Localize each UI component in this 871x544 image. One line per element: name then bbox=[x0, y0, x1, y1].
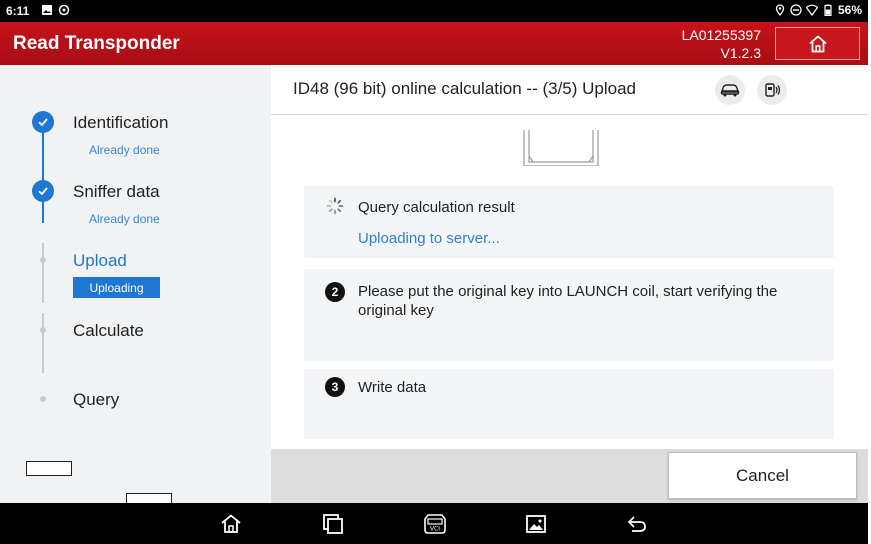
step-number-badge: 2 bbox=[325, 282, 345, 302]
key-button[interactable] bbox=[757, 75, 787, 105]
home-icon bbox=[221, 514, 241, 533]
key-coil-icon bbox=[523, 130, 599, 166]
home-button[interactable] bbox=[775, 27, 860, 60]
wifi-icon bbox=[805, 4, 818, 16]
step-query: Query bbox=[73, 390, 120, 409]
settings-icon bbox=[58, 4, 70, 16]
location-icon bbox=[775, 4, 785, 16]
step-sniffer-data: Sniffer data bbox=[73, 182, 160, 201]
step-number-badge: 3 bbox=[325, 377, 345, 397]
blank-box bbox=[26, 461, 72, 476]
card-title: Query calculation result bbox=[358, 199, 515, 216]
svg-text:VCI: VCI bbox=[430, 526, 440, 533]
loading-spinner-icon bbox=[326, 197, 344, 215]
step-status-badge: Uploading bbox=[73, 277, 160, 298]
step-connector bbox=[42, 313, 44, 373]
step-card: 2 Please put the original key into LAUNC… bbox=[304, 269, 834, 361]
page-title: Read Transponder bbox=[13, 33, 180, 54]
battery-level: 56% bbox=[837, 3, 862, 17]
step-check-icon bbox=[32, 180, 54, 202]
steps-content: Query calculation result Uploading to se… bbox=[271, 116, 868, 449]
step-dot bbox=[40, 396, 46, 402]
back-icon bbox=[627, 516, 646, 532]
card-title: Please put the original key into LAUNCH … bbox=[358, 283, 778, 319]
navigation-bar: VCI bbox=[0, 503, 868, 544]
device-info: LA01255397 V1.2.3 bbox=[682, 26, 761, 62]
nav-vci-button[interactable]: VCI bbox=[421, 512, 449, 536]
status-icons: 56% bbox=[774, 3, 862, 17]
gallery-icon bbox=[526, 515, 546, 533]
step-status: Already done bbox=[89, 143, 160, 157]
battery-icon bbox=[824, 4, 832, 16]
step-sidebar: Identification Already done Sniffer data… bbox=[0, 65, 271, 508]
step-check-icon bbox=[32, 111, 54, 133]
step-card: Query calculation result Uploading to se… bbox=[304, 186, 834, 258]
step-card: 3 Write data bbox=[304, 369, 834, 439]
vci-icon: VCI bbox=[424, 514, 446, 534]
cancel-button[interactable]: Cancel bbox=[668, 452, 857, 499]
nav-recent-apps-button[interactable] bbox=[321, 512, 345, 536]
procedure-title: ID48 (96 bit) online calculation -- (3/5… bbox=[293, 79, 637, 98]
step-dot bbox=[40, 327, 46, 333]
content-header: ID48 (96 bit) online calculation -- (3/5… bbox=[271, 65, 868, 115]
status-bar: 6:11 56% bbox=[0, 0, 868, 22]
nav-home-button[interactable] bbox=[219, 512, 243, 536]
step-dot bbox=[40, 257, 46, 263]
car-icon bbox=[720, 84, 740, 97]
key-icon bbox=[765, 83, 781, 97]
step-status: Already done bbox=[89, 212, 160, 226]
photo-icon bbox=[42, 5, 52, 15]
clock: 6:11 bbox=[6, 4, 30, 18]
app-header: Read Transponder LA01255397 V1.2.3 bbox=[0, 22, 868, 65]
action-bar: Cancel bbox=[271, 449, 868, 503]
version-label: V1.2.3 bbox=[720, 45, 761, 61]
nav-back-button[interactable] bbox=[625, 512, 649, 536]
nav-gallery-button[interactable] bbox=[524, 512, 548, 536]
step-connector bbox=[42, 243, 44, 303]
car-button[interactable] bbox=[715, 75, 745, 105]
serial-number: LA01255397 bbox=[681, 27, 761, 43]
card-title: Write data bbox=[358, 379, 427, 396]
step-identification: Identification bbox=[73, 113, 169, 132]
step-calculate: Calculate bbox=[73, 321, 144, 340]
card-status: Uploading to server... bbox=[358, 230, 500, 247]
step-upload: Upload bbox=[73, 251, 127, 270]
do-not-disturb-icon bbox=[790, 4, 802, 16]
recent-apps-icon bbox=[323, 514, 343, 534]
home-icon bbox=[808, 35, 827, 52]
